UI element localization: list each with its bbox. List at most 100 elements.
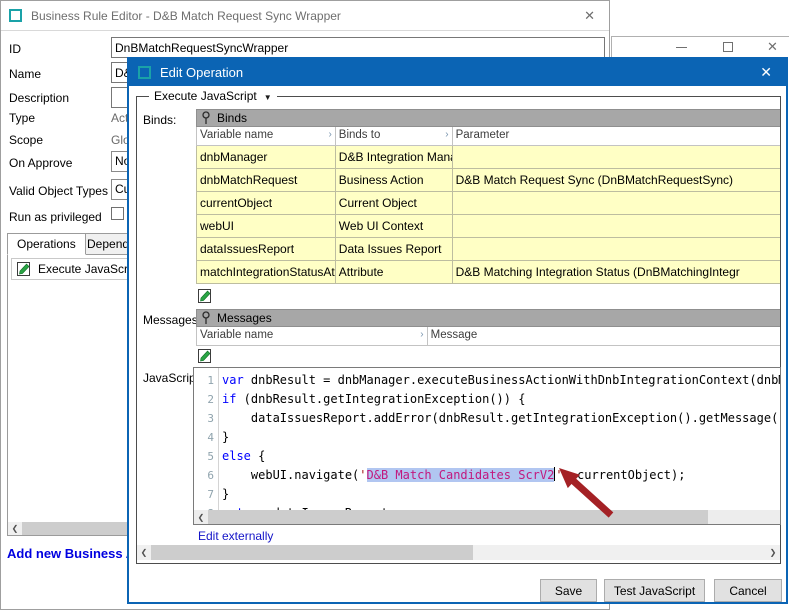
scrollbar-thumb[interactable] bbox=[151, 545, 473, 560]
code-line: webUI.navigate('D&B Match Candidates Scr… bbox=[222, 466, 780, 485]
scroll-left-icon[interactable]: ❮ bbox=[8, 522, 22, 535]
on-approve-label: On Approve bbox=[9, 156, 72, 170]
edit-externally-link[interactable]: Edit externally bbox=[198, 529, 273, 543]
name-label: Name bbox=[9, 67, 41, 81]
binds-label: Binds: bbox=[143, 113, 176, 127]
column-header[interactable]: Message bbox=[428, 327, 780, 345]
table-cell: currentObject bbox=[197, 192, 336, 214]
type-value: Act bbox=[111, 111, 128, 125]
maximize-icon[interactable] bbox=[723, 42, 733, 52]
chevron-down-icon: ▼ bbox=[264, 93, 272, 102]
table-row[interactable]: webUIWeb UI Context bbox=[196, 215, 780, 238]
dialog-hscrollbar[interactable]: ❮ ❯ bbox=[137, 545, 780, 560]
close-icon[interactable]: ✕ bbox=[578, 8, 601, 24]
scroll-right-icon[interactable]: ❯ bbox=[766, 546, 780, 559]
id-label: ID bbox=[9, 42, 21, 56]
table-row[interactable]: dnbManagerD&B Integration Manager bbox=[196, 146, 780, 169]
operation-type-dropdown[interactable]: Execute JavaScript ▼ bbox=[149, 89, 277, 103]
valid-object-types-label: Valid Object Types bbox=[9, 184, 108, 198]
messages-table-header[interactable]: Messages bbox=[196, 309, 780, 327]
table-cell bbox=[453, 146, 780, 168]
table-row[interactable]: dnbMatchRequestBusiness ActionD&B Match … bbox=[196, 169, 780, 192]
minimize-icon[interactable] bbox=[676, 47, 687, 48]
code-area[interactable]: var dnbResult = dnbManager.executeBusine… bbox=[222, 371, 780, 523]
messages-header-text: Messages bbox=[217, 311, 272, 325]
edit-operation-dialog: Edit Operation ✕ Execute JavaScript ▼ Bin… bbox=[127, 57, 788, 604]
scrollbar-thumb[interactable] bbox=[208, 510, 708, 524]
code-line: var dnbResult = dnbManager.executeBusine… bbox=[222, 371, 780, 390]
column-header[interactable]: Variable name› bbox=[197, 127, 336, 145]
tab-operations[interactable]: Operations bbox=[7, 233, 86, 255]
table-cell: Web UI Context bbox=[336, 215, 453, 237]
scroll-left-icon[interactable]: ❮ bbox=[137, 546, 151, 559]
save-button[interactable]: Save bbox=[540, 579, 597, 602]
id-field[interactable] bbox=[111, 37, 605, 58]
table-cell bbox=[453, 215, 780, 237]
code-line: else { bbox=[222, 447, 780, 466]
scroll-left-icon[interactable]: ❮ bbox=[194, 511, 208, 524]
table-cell: Attribute bbox=[336, 261, 453, 283]
table-cell: dnbManager bbox=[197, 146, 336, 168]
table-row[interactable]: currentObjectCurrent Object bbox=[196, 192, 780, 215]
dialog-icon bbox=[138, 66, 151, 79]
operation-type-label: Execute JavaScript bbox=[154, 89, 257, 103]
add-message-icon[interactable] bbox=[197, 348, 213, 364]
description-label: Description bbox=[9, 91, 69, 105]
table-cell: dataIssuesReport bbox=[197, 238, 336, 260]
binds-column-headers: Variable name› Binds to› Parameter bbox=[196, 127, 780, 146]
table-cell: Data Issues Report bbox=[336, 238, 453, 260]
messages-column-headers: Variable name› Message bbox=[196, 327, 780, 346]
column-header[interactable]: Variable name› bbox=[197, 327, 428, 345]
operation-list-item-label: Execute JavaScr bbox=[38, 262, 128, 276]
editor-hscrollbar[interactable]: ❮ bbox=[194, 510, 780, 524]
script-icon bbox=[16, 261, 32, 277]
table-cell: Business Action bbox=[336, 169, 453, 191]
scope-label: Scope bbox=[9, 133, 43, 147]
column-header[interactable]: Binds to› bbox=[336, 127, 453, 145]
binds-table-header[interactable]: Binds bbox=[196, 109, 780, 127]
line-number-gutter: 12345678 bbox=[194, 368, 219, 510]
main-window-caption-fragment: ✕ bbox=[611, 36, 789, 58]
column-header[interactable]: Parameter bbox=[453, 127, 780, 145]
messages-label: Messages: bbox=[143, 313, 201, 327]
table-cell: D&B Matching Integration Status (DnBMatc… bbox=[453, 261, 780, 283]
pin-icon bbox=[201, 111, 211, 125]
chevron-right-icon: › bbox=[420, 329, 423, 340]
close-icon[interactable]: ✕ bbox=[767, 39, 778, 55]
code-line: dataIssuesReport.addError(dnbResult.getI… bbox=[222, 409, 780, 428]
bre-titlebar: Business Rule Editor - D&B Match Request… bbox=[1, 1, 609, 31]
dialog-title: Edit Operation bbox=[160, 65, 755, 80]
table-row[interactable]: matchIntegrationStatusAttributeAttribute… bbox=[196, 261, 780, 284]
pin-icon bbox=[201, 311, 211, 325]
code-line: if (dnbResult.getIntegrationException())… bbox=[222, 390, 780, 409]
table-cell bbox=[453, 238, 780, 260]
app-icon bbox=[9, 9, 22, 22]
table-cell: D&B Integration Manager bbox=[336, 146, 453, 168]
table-cell: dnbMatchRequest bbox=[197, 169, 336, 191]
code-line: } bbox=[222, 485, 780, 504]
code-line: } bbox=[222, 428, 780, 447]
table-cell: D&B Match Request Sync (DnBMatchRequestS… bbox=[453, 169, 780, 191]
table-cell bbox=[453, 192, 780, 214]
cancel-button[interactable]: Cancel bbox=[714, 579, 782, 602]
close-icon[interactable]: ✕ bbox=[755, 64, 777, 81]
table-row[interactable]: dataIssuesReportData Issues Report bbox=[196, 238, 780, 261]
chevron-right-icon: › bbox=[445, 129, 448, 140]
table-cell: matchIntegrationStatusAttribute bbox=[197, 261, 336, 283]
messages-table: Messages Variable name› Message bbox=[196, 309, 780, 346]
type-label: Type bbox=[9, 111, 35, 125]
test-javascript-button[interactable]: Test JavaScript bbox=[604, 579, 705, 602]
dialog-titlebar: Edit Operation ✕ bbox=[129, 59, 786, 86]
run-as-privileged-checkbox[interactable] bbox=[111, 207, 124, 220]
table-cell: webUI bbox=[197, 215, 336, 237]
add-new-business-action-link[interactable]: Add new Business A bbox=[7, 546, 135, 561]
table-cell: Current Object bbox=[336, 192, 453, 214]
add-bind-icon[interactable] bbox=[197, 288, 213, 304]
javascript-editor[interactable]: 12345678 var dnbResult = dnbManager.exec… bbox=[193, 367, 781, 525]
run-as-privileged-label: Run as privileged bbox=[9, 210, 102, 224]
binds-table-body: dnbManagerD&B Integration ManagerdnbMatc… bbox=[196, 146, 780, 284]
binds-header-text: Binds bbox=[217, 111, 247, 125]
binds-table: Binds Variable name› Binds to› Parameter… bbox=[196, 109, 780, 284]
annotation-arrow bbox=[539, 462, 624, 520]
bre-window-title: Business Rule Editor - D&B Match Request… bbox=[31, 9, 578, 23]
